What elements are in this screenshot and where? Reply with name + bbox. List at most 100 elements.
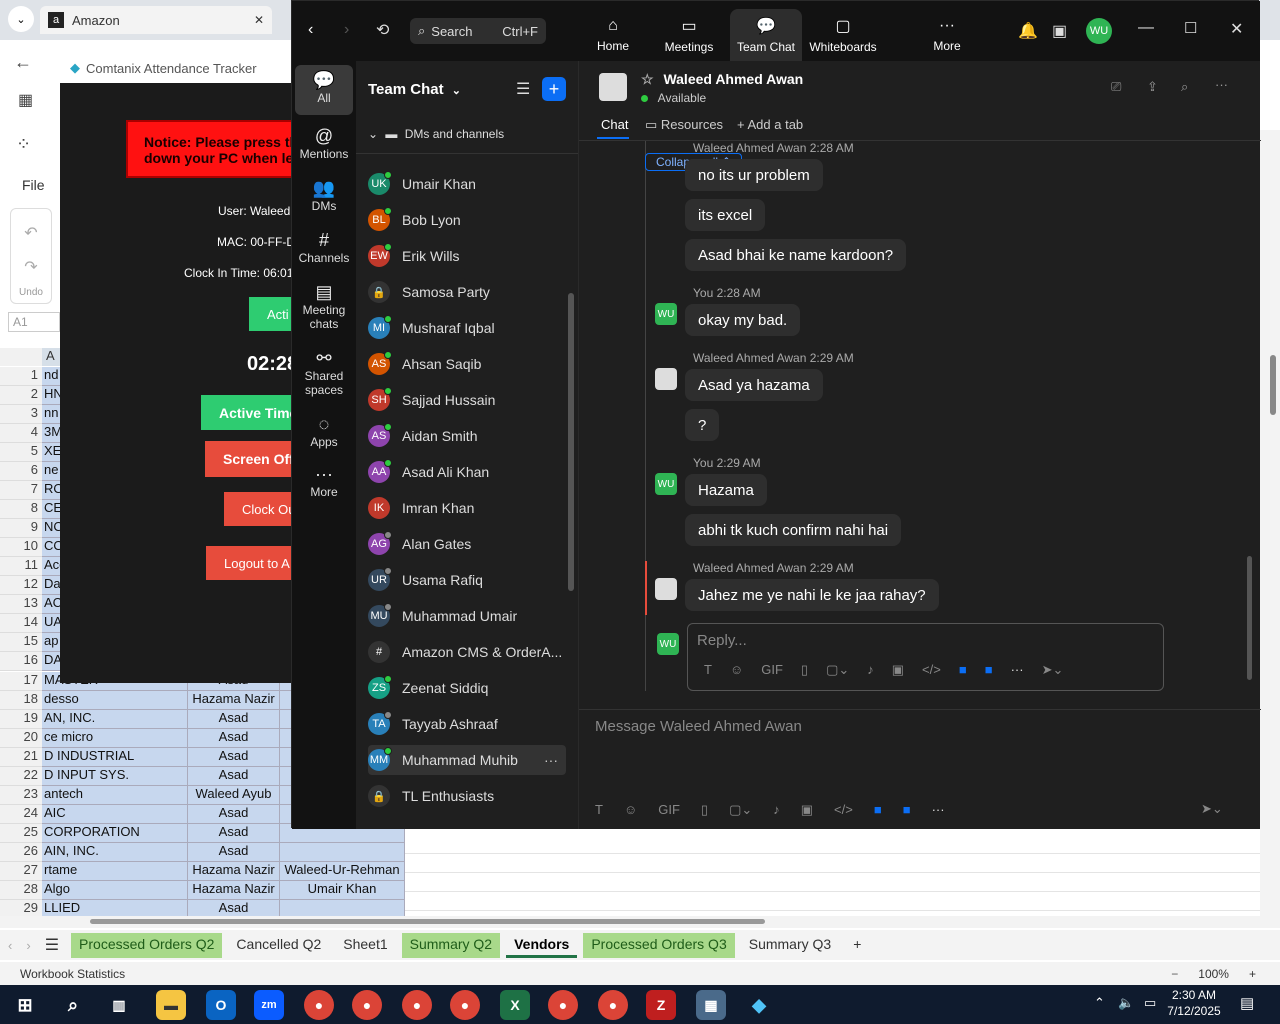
row-number[interactable]: 27: [0, 862, 42, 881]
hscroll-thumb[interactable]: [90, 919, 765, 924]
row-number[interactable]: 1: [0, 367, 42, 386]
row-number[interactable]: 10: [0, 538, 42, 557]
file-menu[interactable]: File: [22, 177, 45, 193]
search-box[interactable]: ⌕ Search Ctrl+F: [410, 18, 546, 44]
chrome-icon[interactable]: ●: [598, 990, 628, 1020]
sheet-tab[interactable]: Sheet1: [335, 933, 395, 958]
cell-a[interactable]: antech: [42, 786, 188, 805]
zoom-app-icon[interactable]: zm: [254, 990, 284, 1020]
row-number[interactable]: 22: [0, 767, 42, 786]
chat-scrollbar[interactable]: [1247, 556, 1252, 680]
row-number[interactable]: 18: [0, 691, 42, 710]
calculator-icon[interactable]: ▦: [696, 990, 726, 1020]
zoom-out-icon[interactable]: −: [1171, 967, 1178, 981]
contact-item[interactable]: AS Ahsan Saqib: [368, 349, 566, 379]
notification-icon[interactable]: ▤: [1240, 994, 1254, 1012]
contact-item[interactable]: UR Usama Rafiq: [368, 565, 566, 595]
row-number[interactable]: 8: [0, 500, 42, 519]
cell-b[interactable]: Asad: [188, 767, 280, 786]
gif-icon[interactable]: GIF: [658, 802, 680, 818]
contact-item[interactable]: MM Muhammad Muhib ···: [368, 745, 566, 775]
left-nav-all[interactable]: 💬 All: [295, 65, 353, 115]
left-nav-meeting-chats[interactable]: ▤ Meeting chats: [295, 277, 353, 337]
back-arrow-icon[interactable]: ←: [14, 52, 32, 73]
sheet-prev-icon[interactable]: ‹: [8, 938, 12, 953]
tab-chat[interactable]: Chat: [601, 117, 628, 132]
clock-out-button[interactable]: Clock Ou: [224, 492, 292, 526]
cell-a[interactable]: D INDUSTRIAL: [42, 748, 188, 767]
cell-b[interactable]: Hazama Nazir: [188, 691, 280, 710]
video-clip-icon[interactable]: ▣: [892, 662, 904, 678]
cell-a[interactable]: AN, INC.: [42, 710, 188, 729]
row-number[interactable]: 20: [0, 729, 42, 748]
cell-a[interactable]: ce micro: [42, 729, 188, 748]
outlook-icon[interactable]: O: [206, 990, 236, 1020]
app-icon[interactable]: ■: [959, 662, 967, 678]
close-icon[interactable]: ✕: [1230, 19, 1243, 39]
row-number[interactable]: 5: [0, 443, 42, 462]
vertical-scrollbar[interactable]: [1260, 130, 1280, 920]
cell-b[interactable]: Hazama Nazir: [188, 862, 280, 881]
reply-input[interactable]: Reply...: [697, 632, 747, 649]
bell-icon[interactable]: 🔔: [1018, 21, 1038, 41]
sheet-tab[interactable]: Summary Q2: [401, 932, 501, 958]
row-number[interactable]: 2: [0, 386, 42, 405]
contact-item[interactable]: TA Tayyab Ashraaf: [368, 709, 566, 739]
contact-item[interactable]: 🔒 Samosa Party: [368, 277, 566, 307]
contact-item[interactable]: MI Musharaf Iqbal: [368, 313, 566, 343]
send-icon[interactable]: ➤⌄: [1201, 801, 1223, 817]
cell-b[interactable]: Asad: [188, 824, 280, 843]
start-icon[interactable]: ⊞: [10, 990, 40, 1020]
file-icon[interactable]: ▯: [801, 662, 808, 678]
sheet-tab[interactable]: Processed Orders Q3: [583, 932, 735, 958]
cell-b[interactable]: Asad: [188, 748, 280, 767]
contacts-scrollbar[interactable]: [568, 293, 574, 591]
top-nav-more[interactable]: ··· More: [912, 9, 982, 61]
app-icon[interactable]: ■: [874, 802, 882, 818]
workbook-statistics[interactable]: Workbook Statistics: [20, 967, 125, 981]
contact-item[interactable]: AA Asad Ali Khan: [368, 457, 566, 487]
row-number[interactable]: 17: [0, 672, 42, 691]
top-nav-meetings[interactable]: ▭ Meetings: [654, 9, 724, 61]
row-number[interactable]: 7: [0, 481, 42, 500]
contact-item[interactable]: SH Sajjad Hussain: [368, 385, 566, 415]
contact-more-icon[interactable]: ···: [544, 752, 558, 768]
row-number[interactable]: 16: [0, 652, 42, 671]
chrome-icon[interactable]: ●: [450, 990, 480, 1020]
undo-icon[interactable]: ↶: [11, 223, 51, 243]
left-nav-apps[interactable]: ◌ Apps: [295, 409, 353, 455]
whiteboard-icon[interactable]: ■: [985, 662, 993, 678]
table-row[interactable]: 28 Algo Hazama Nazir Umair Khan: [0, 881, 405, 900]
apps-grid-icon[interactable]: ▦: [18, 90, 33, 110]
zoom-in-icon[interactable]: +: [1249, 967, 1256, 981]
sheet-tab[interactable]: Cancelled Q2: [228, 933, 329, 958]
screenshot-icon[interactable]: ▢⌄: [729, 802, 752, 818]
whiteboard-icon[interactable]: ■: [903, 802, 911, 818]
emoji-icon[interactable]: ☺: [730, 662, 743, 678]
chrome-icon[interactable]: ●: [352, 990, 382, 1020]
minimize-icon[interactable]: —: [1138, 19, 1154, 37]
code-icon[interactable]: </>: [922, 662, 941, 678]
browser-tab-amazon[interactable]: a Amazon ✕: [40, 6, 272, 34]
table-row[interactable]: 27 rtame Hazama Nazir Waleed-Ur-Rehman: [0, 862, 405, 881]
tab-resources[interactable]: ▭ Resources: [645, 117, 723, 133]
row-number[interactable]: 23: [0, 786, 42, 805]
zoom-level[interactable]: 100%: [1198, 967, 1229, 981]
cell-b[interactable]: Hazama Nazir: [188, 881, 280, 900]
emoji-icon[interactable]: ☺: [624, 802, 637, 818]
clock[interactable]: 2:30 AM 7/12/2025: [1166, 987, 1222, 1019]
sheet-tab[interactable]: Summary Q3: [741, 933, 839, 958]
cell-a[interactable]: CORPORATION: [42, 824, 188, 843]
row-number[interactable]: 25: [0, 824, 42, 843]
contact-item[interactable]: IK Imran Khan: [368, 493, 566, 523]
more-icon[interactable]: ···: [932, 802, 945, 818]
row-number[interactable]: 3: [0, 405, 42, 424]
cell-b[interactable]: Waleed Ayub: [188, 786, 280, 805]
excel-icon[interactable]: X: [500, 990, 530, 1020]
mic-icon[interactable]: ♪: [773, 802, 780, 818]
thread-reply-box[interactable]: Reply... T ☺ GIF ▯ ▢⌄ ♪ ▣ </> ■ ■ ··· ➤⌄: [687, 623, 1164, 691]
sheet-tab[interactable]: Processed Orders Q2: [71, 932, 223, 958]
send-icon[interactable]: ➤⌄: [1042, 662, 1064, 678]
redo-icon[interactable]: ↷: [11, 257, 51, 277]
code-icon[interactable]: </>: [834, 802, 853, 818]
